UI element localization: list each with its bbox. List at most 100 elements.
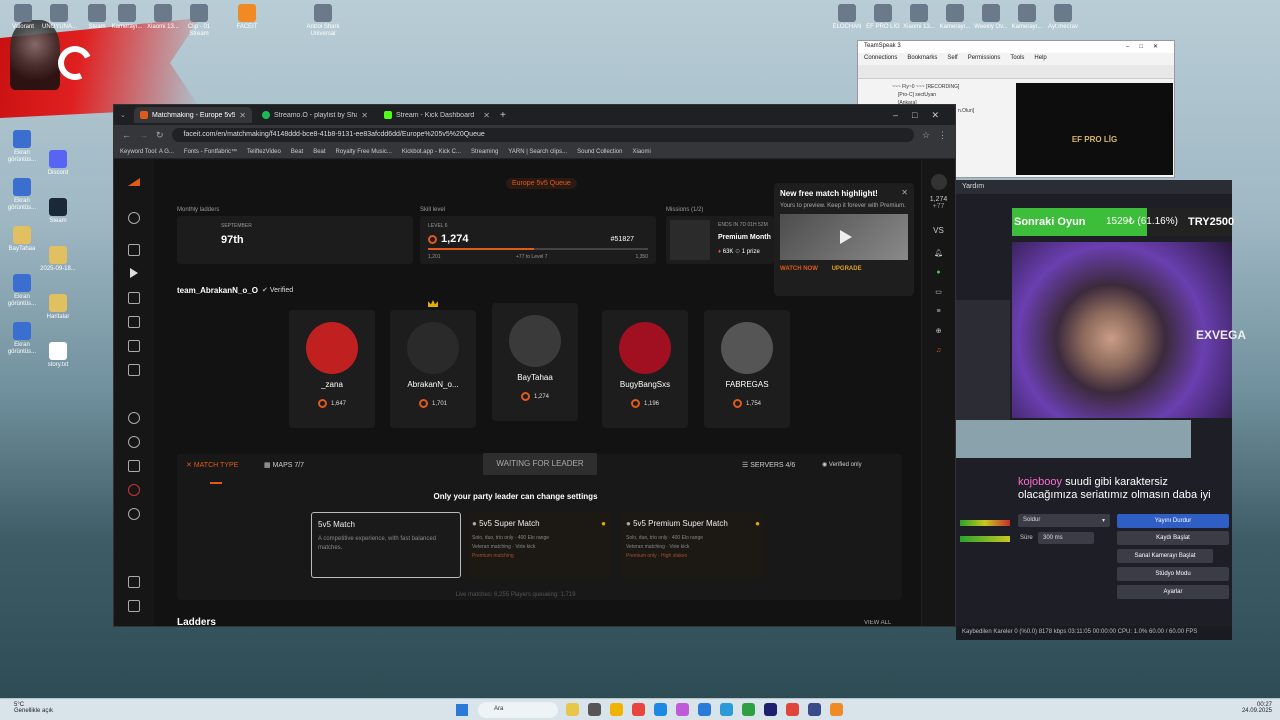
add-friend-icon[interactable]: ⊕ — [922, 327, 955, 335]
leaderboard-icon[interactable] — [128, 244, 140, 256]
taskbar-search[interactable]: Ara — [478, 702, 558, 718]
taskbar-app-icon[interactable] — [830, 703, 843, 716]
menu-help[interactable]: Help — [1034, 55, 1046, 63]
desktop-icon[interactable]: 2025-09-18... — [36, 246, 80, 273]
transition-select[interactable]: Soldur ▾ — [1018, 514, 1110, 527]
taskbar-app-icon[interactable] — [720, 703, 733, 716]
shield-icon[interactable] — [128, 412, 140, 424]
bookmark-item[interactable]: Fonts - Fontfabric™ — [184, 149, 237, 155]
menu-permissions[interactable]: Permissions — [968, 55, 1001, 63]
highlight-thumbnail[interactable] — [780, 214, 908, 260]
missions-card[interactable]: ENDS IN 7D 01H 52M Premium Month ♦ 63K ⊙… — [666, 216, 774, 264]
desktop-icon[interactable]: Antrol Shark Universal — [306, 4, 340, 38]
desktop-icon[interactable]: EF PRO LİG — [866, 4, 900, 31]
url-field[interactable]: faceit.com/en/matchmaking/f4148ddd-bce8-… — [171, 128, 914, 142]
virtual-camera-button[interactable]: Sanal Kamerayı Başlat — [1117, 549, 1213, 563]
player-card[interactable]: BugyBangSxs 1,196 — [602, 310, 688, 428]
bookmark-item[interactable]: Keyword Tool: A G... — [120, 149, 174, 155]
video-icon[interactable] — [128, 340, 140, 352]
mode-5v5-super-match[interactable]: ● 5v5 Super Match ● Solo, duo, trio only … — [466, 512, 612, 578]
desktop-icon[interactable]: Xiaomi 13... — [902, 4, 936, 31]
studio-mode-button[interactable]: Stüdyo Modu — [1117, 567, 1229, 581]
menu-connections[interactable]: Connections — [864, 55, 897, 63]
play-icon[interactable] — [130, 268, 138, 278]
channel-item[interactable]: [Pro-C] sectUyan — [862, 91, 1012, 99]
desktop-icon[interactable]: FACEIT — [230, 4, 264, 31]
watch-now-button[interactable]: WATCH NOW — [780, 266, 818, 272]
obs-menu-help[interactable]: Yardım — [956, 180, 1232, 194]
desktop-icon[interactable]: Ayt.mecrav — [1046, 4, 1080, 31]
menu-self[interactable]: Self — [947, 55, 957, 63]
channel-item[interactable]: ~~~ Fly~0 ~~~ [RECORDING] — [862, 83, 1012, 91]
desktop-icon[interactable]: Kamerayı... — [1010, 4, 1044, 31]
player-card[interactable]: BayTahaa 1,274 — [492, 303, 578, 421]
obs-window[interactable]: Yardım Sonraki Oyun 1529₺ (61.16%) TRY25… — [956, 180, 1246, 640]
skill-level-card[interactable]: LEVEL 6 1,274 #51827 1,201 +77 to Level … — [420, 216, 656, 264]
servers-filter[interactable]: ☰ SERVERS 4/6 — [742, 461, 795, 469]
taskbar-app-icon[interactable] — [742, 703, 755, 716]
close-icon[interactable]: ✕ — [901, 188, 908, 197]
view-all-link[interactable]: VIEW ALL — [864, 620, 891, 627]
desktop-icon[interactable]: ELOCHAN — [830, 4, 864, 31]
taskbar-app-icon[interactable] — [654, 703, 667, 716]
tab-maps[interactable]: ▦ MAPS 7/7 — [264, 461, 304, 469]
bookmark-item[interactable]: Xiaomi — [632, 149, 650, 155]
verified-only-toggle[interactable]: ◉ Verified only — [822, 461, 862, 468]
bookmark-item[interactable]: Royalty Free Music... — [336, 149, 392, 155]
desktop-icon[interactable]: Steam — [80, 4, 114, 31]
bookmark-item[interactable]: YARN | Search clips... — [508, 149, 567, 155]
close-icon[interactable]: ✕ — [361, 111, 368, 120]
tab-search-icon[interactable]: ⌄ — [120, 111, 130, 119]
window-controls[interactable]: –□✕ — [893, 110, 955, 121]
bookmark-item[interactable]: Kickbot.app - Kick C... — [402, 149, 461, 155]
player-card[interactable]: _zana 1,647 — [289, 310, 375, 428]
tab-kick[interactable]: Stream - Kick Dashboard ✕ — [378, 107, 496, 123]
player-card[interactable]: FABREGAS 1,754 — [704, 310, 790, 428]
stop-stream-button[interactable]: Yayını Durdur — [1117, 514, 1229, 528]
desktop-icon[interactable]: Kamerayı... — [110, 4, 144, 31]
bookmark-item[interactable]: Beat — [313, 149, 325, 155]
taskbar-app-icon[interactable] — [610, 703, 623, 716]
tab-match-type[interactable]: ✕ MATCH TYPE — [186, 461, 238, 469]
expand-icon[interactable] — [128, 576, 140, 588]
avatar[interactable] — [128, 436, 140, 448]
taskbar-app-icon[interactable] — [808, 703, 821, 716]
player-card[interactable]: AbrakanN_o... 1,701 — [390, 310, 476, 428]
desktop-icon[interactable]: story.txt — [36, 342, 80, 369]
tab-faceit[interactable]: Matchmaking - Europe 5v5 Qu...✕ — [134, 107, 252, 123]
monthly-ladders-card[interactable]: SEPTEMBER 97th — [177, 216, 413, 264]
taskbar-app-icon[interactable] — [588, 703, 601, 716]
desktop-icon[interactable]: Kamerayı... — [938, 4, 972, 31]
bookmark-item[interactable]: Sound Collection — [577, 149, 622, 155]
chart-icon[interactable] — [128, 316, 140, 328]
taskbar-app-icon[interactable] — [632, 703, 645, 716]
desktop-icon[interactable]: Haritalar — [36, 294, 80, 321]
mode-5v5-match[interactable]: 5v5 Match A competitive experience, with… — [311, 512, 461, 578]
list-icon[interactable] — [128, 364, 140, 376]
taskbar-app-icon[interactable] — [676, 703, 689, 716]
desktop-icon[interactable]: UNOYUNA... — [42, 4, 77, 31]
windows-start-icon[interactable] — [456, 704, 468, 716]
reload-icon[interactable]: ↻ — [156, 130, 164, 141]
new-tab-icon[interactable]: + — [500, 110, 506, 121]
faceit-logo-icon[interactable] — [128, 178, 140, 186]
desktop-icon[interactable]: Xiaomi 13... — [146, 4, 180, 31]
chat-icon[interactable]: ▭ — [922, 288, 955, 296]
bookmark-item[interactable]: Beat — [291, 149, 303, 155]
add-icon[interactable] — [128, 508, 140, 520]
menu-dots-icon[interactable]: ⋮ — [938, 130, 947, 141]
menu-bookmarks[interactable]: Bookmarks — [907, 55, 937, 63]
desktop-icon[interactable]: Discord — [36, 150, 80, 177]
hub-icon[interactable] — [128, 460, 140, 472]
search-icon[interactable] — [128, 212, 140, 224]
desktop-icon[interactable]: Valorant — [6, 4, 40, 31]
bookmark-item[interactable]: TeliftezVideo — [247, 149, 281, 155]
play-icon[interactable] — [840, 230, 852, 244]
close-icon[interactable]: ✕ — [483, 111, 490, 120]
forward-icon[interactable]: → — [139, 130, 148, 140]
avatar[interactable] — [930, 174, 947, 190]
rail-vs[interactable]: VS — [922, 226, 955, 235]
duration-input[interactable]: 300 ms — [1038, 532, 1094, 544]
store-icon[interactable] — [128, 600, 140, 612]
taskbar-app-icon[interactable] — [698, 703, 711, 716]
